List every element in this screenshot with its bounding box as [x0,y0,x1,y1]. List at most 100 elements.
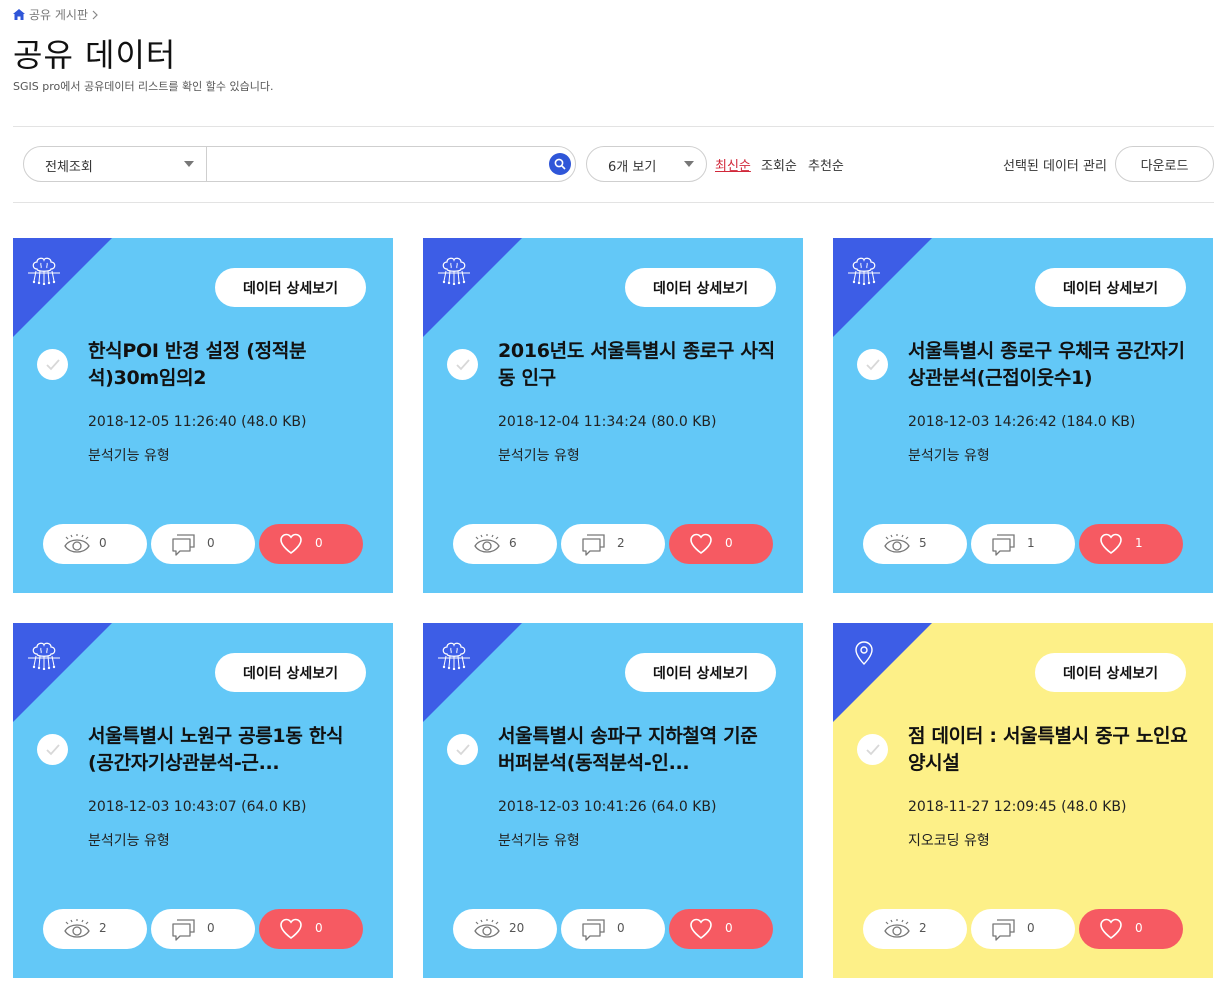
view-count-value: 2 [919,921,927,935]
heart-icon [280,918,302,939]
page-size-value: 6개 보기 [608,160,657,175]
view-count: 6 [453,524,557,564]
data-detail-button[interactable]: 데이터 상세보기 [215,653,366,692]
like-button[interactable]: 0 [669,909,773,949]
data-detail-button[interactable]: 데이터 상세보기 [625,268,776,307]
card-title[interactable]: 서울특별시 노원구 공릉1동 한식(공간자기상관분석-근... [88,723,368,777]
card-date: 2018-12-03 10:41:26 (64.0 KB) [498,799,717,815]
view-count: 0 [43,524,147,564]
comment-count[interactable]: 1 [971,524,1075,564]
like-count-value: 0 [725,921,733,935]
comment-icon [992,919,1015,941]
comment-count[interactable]: 0 [971,909,1075,949]
card-date: 2018-12-04 11:34:24 (80.0 KB) [498,414,717,430]
data-card: 데이터 상세보기 2016년도 서울특별시 종로구 사직동 인구 2018-12… [423,238,803,593]
card-type: 분석기능 유형 [88,448,170,464]
select-checkbox[interactable] [447,734,478,765]
view-count: 5 [863,524,967,564]
select-checkbox[interactable] [447,349,478,380]
eye-icon [64,534,90,553]
card-title[interactable]: 2016년도 서울특별시 종로구 사직동 인구 [498,338,778,392]
like-button[interactable]: 0 [259,909,363,949]
page-title: 공유 데이터 [13,36,177,74]
comment-icon [172,919,195,941]
comment-icon [172,534,195,556]
chevron-down-icon [684,161,694,167]
eye-icon [884,919,910,938]
like-count-value: 1 [1135,536,1143,550]
select-checkbox[interactable] [37,349,68,380]
view-count-value: 6 [509,536,517,550]
heart-icon [1100,533,1122,554]
card-type: 분석기능 유형 [88,833,170,849]
like-button[interactable]: 1 [1079,524,1183,564]
comment-count[interactable]: 0 [151,524,255,564]
view-count: 20 [453,909,557,949]
breadcrumb-item-board[interactable]: 공유 게시판 [29,6,88,23]
like-count-value: 0 [315,536,323,550]
page-size-select[interactable]: 6개 보기 [586,146,707,182]
like-button[interactable]: 0 [1079,909,1183,949]
divider-top [13,126,1214,127]
brain-circuit-icon [438,257,470,285]
comment-count[interactable]: 0 [151,909,255,949]
comment-count-value: 0 [617,921,625,935]
card-title[interactable]: 서울특별시 송파구 지하철역 기준 버퍼분석(동적분석-인... [498,723,778,777]
download-button[interactable]: 다운로드 [1115,146,1214,182]
like-button[interactable]: 0 [669,524,773,564]
comment-count-value: 0 [1027,921,1035,935]
data-detail-button[interactable]: 데이터 상세보기 [1035,653,1186,692]
card-type: 지오코딩 유형 [908,833,990,849]
view-count: 2 [43,909,147,949]
card-corner [13,238,112,337]
select-checkbox[interactable] [857,349,888,380]
data-detail-button[interactable]: 데이터 상세보기 [625,653,776,692]
toolbar: 전체조회 6개 보기 최신순 조회순 추천순 선택된 데이터 관리 다운로드 [23,146,1214,182]
data-card: 데이터 상세보기 한식POI 반경 설정 (정적분석)30m임의2 2018-1… [13,238,393,593]
heart-icon [280,533,302,554]
comment-count[interactable]: 2 [561,524,665,564]
card-title[interactable]: 점 데이터 : 서울특별시 중구 노인요양시설 [908,723,1188,777]
divider-bottom [13,202,1214,203]
card-title[interactable]: 한식POI 반경 설정 (정적분석)30m임의2 [88,338,368,392]
eye-icon [884,534,910,553]
selected-data-manage-label: 선택된 데이터 관리 [1003,159,1107,174]
check-icon [455,358,470,370]
page-description: SGIS pro에서 공유데이터 리스트를 확인 할수 있습니다. [13,80,274,93]
view-count-value: 2 [99,921,107,935]
comment-count-value: 0 [207,921,215,935]
sort-views[interactable]: 조회순 [761,155,797,174]
select-checkbox[interactable] [37,734,68,765]
heart-icon [690,918,712,939]
comment-icon [582,919,605,941]
data-detail-button[interactable]: 데이터 상세보기 [1035,268,1186,307]
comment-icon [992,534,1015,556]
data-card: 데이터 상세보기 서울특별시 종로구 우체국 공간자기상관분석(근접이웃수1) … [833,238,1213,593]
heart-icon [690,533,712,554]
sort-recommended[interactable]: 추천순 [808,155,844,174]
view-count: 2 [863,909,967,949]
comment-count-value: 0 [207,536,215,550]
card-date: 2018-12-03 14:26:42 (184.0 KB) [908,414,1136,430]
check-icon [45,358,60,370]
like-count-value: 0 [725,536,733,550]
card-title[interactable]: 서울특별시 종로구 우체국 공간자기상관분석(근접이웃수1) [908,338,1188,392]
sort-latest[interactable]: 최신순 [715,155,751,174]
breadcrumb: 공유 게시판 [13,6,98,23]
select-checkbox[interactable] [857,734,888,765]
like-button[interactable]: 0 [259,524,363,564]
data-card: 데이터 상세보기 서울특별시 송파구 지하철역 기준 버퍼분석(동적분석-인..… [423,623,803,978]
search-scope-select[interactable]: 전체조회 [24,147,207,181]
data-detail-button[interactable]: 데이터 상세보기 [215,268,366,307]
search-button[interactable] [549,153,571,175]
home-icon[interactable] [13,9,25,20]
search-input[interactable] [214,152,534,176]
data-card: 데이터 상세보기 점 데이터 : 서울특별시 중구 노인요양시설 2018-11… [833,623,1213,978]
view-count-value: 5 [919,536,927,550]
brain-circuit-icon [438,642,470,670]
comment-count[interactable]: 0 [561,909,665,949]
comment-count-value: 2 [617,536,625,550]
eye-icon [474,534,500,553]
card-corner [13,623,112,722]
comment-icon [582,534,605,556]
